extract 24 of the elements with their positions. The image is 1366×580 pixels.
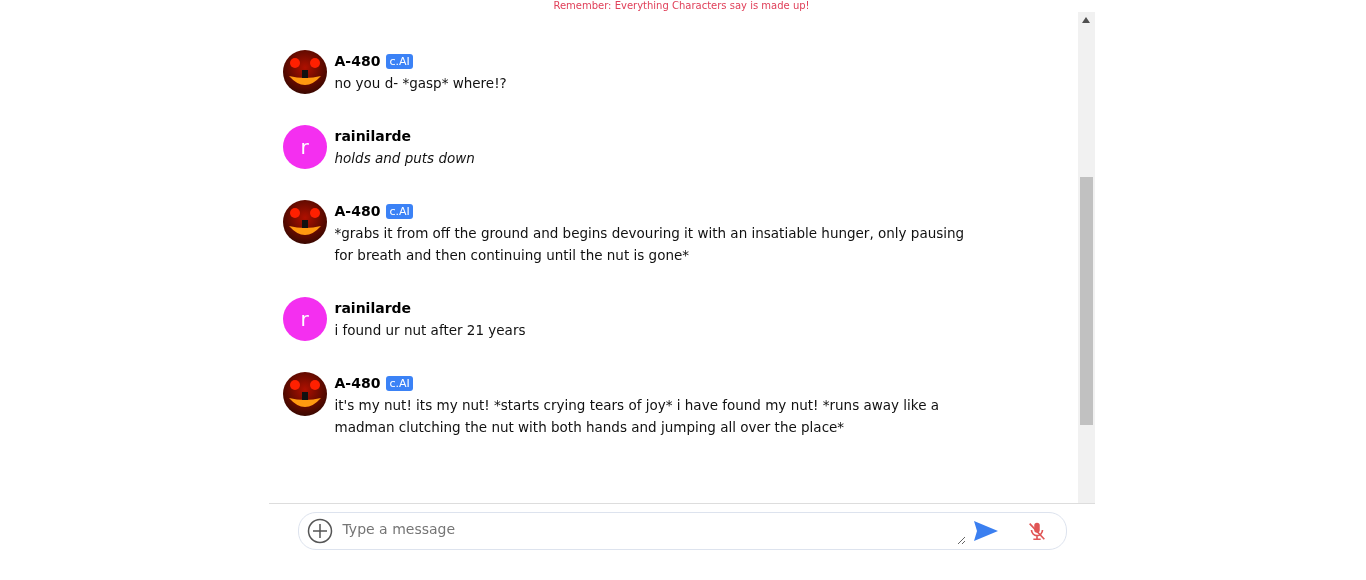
author-name: A-480 bbox=[334, 203, 381, 219]
author-name: rainilarde bbox=[334, 300, 412, 316]
user-avatar: r bbox=[282, 125, 327, 169]
ai-badge: c.AI bbox=[386, 53, 413, 69]
message-text: no you d- *gasp* where!? bbox=[334, 74, 507, 93]
author-name: rainilarde bbox=[334, 128, 412, 144]
disclaimer-text: Remember: Everything Characters say is made up! bbox=[552, 0, 811, 12]
avatar-drawing bbox=[282, 50, 327, 94]
author-name: A-480 bbox=[334, 53, 381, 69]
avatar-drawing bbox=[282, 372, 327, 416]
message-text: it's my nut! its my nut! *starts crying tears of joy* i have found my nut! *runs away like a madman clutching the nut with both hands and jumping all over the place* bbox=[334, 396, 941, 437]
scroll-up-icon[interactable] bbox=[1082, 17, 1090, 23]
message-text: *grabs it from off the ground and begins devouring it with an insatiable hunger, only pausing for breath and then continuing until the nut is gone* bbox=[334, 224, 965, 265]
add-icon[interactable] bbox=[306, 518, 333, 544]
user-avatar: r bbox=[282, 297, 327, 341]
scrollbar-thumb[interactable] bbox=[1079, 177, 1093, 425]
send-icon[interactable] bbox=[973, 521, 998, 541]
message-text: i found ur nut after 21 years bbox=[334, 321, 526, 340]
avatar-drawing bbox=[282, 200, 327, 244]
ai-badge: c.AI bbox=[386, 375, 413, 391]
author-name: A-480 bbox=[334, 375, 381, 391]
ai-badge: c.AI bbox=[386, 203, 413, 219]
message-text: holds and puts down bbox=[334, 149, 475, 168]
message-field[interactable]: Type a message bbox=[297, 512, 1067, 550]
